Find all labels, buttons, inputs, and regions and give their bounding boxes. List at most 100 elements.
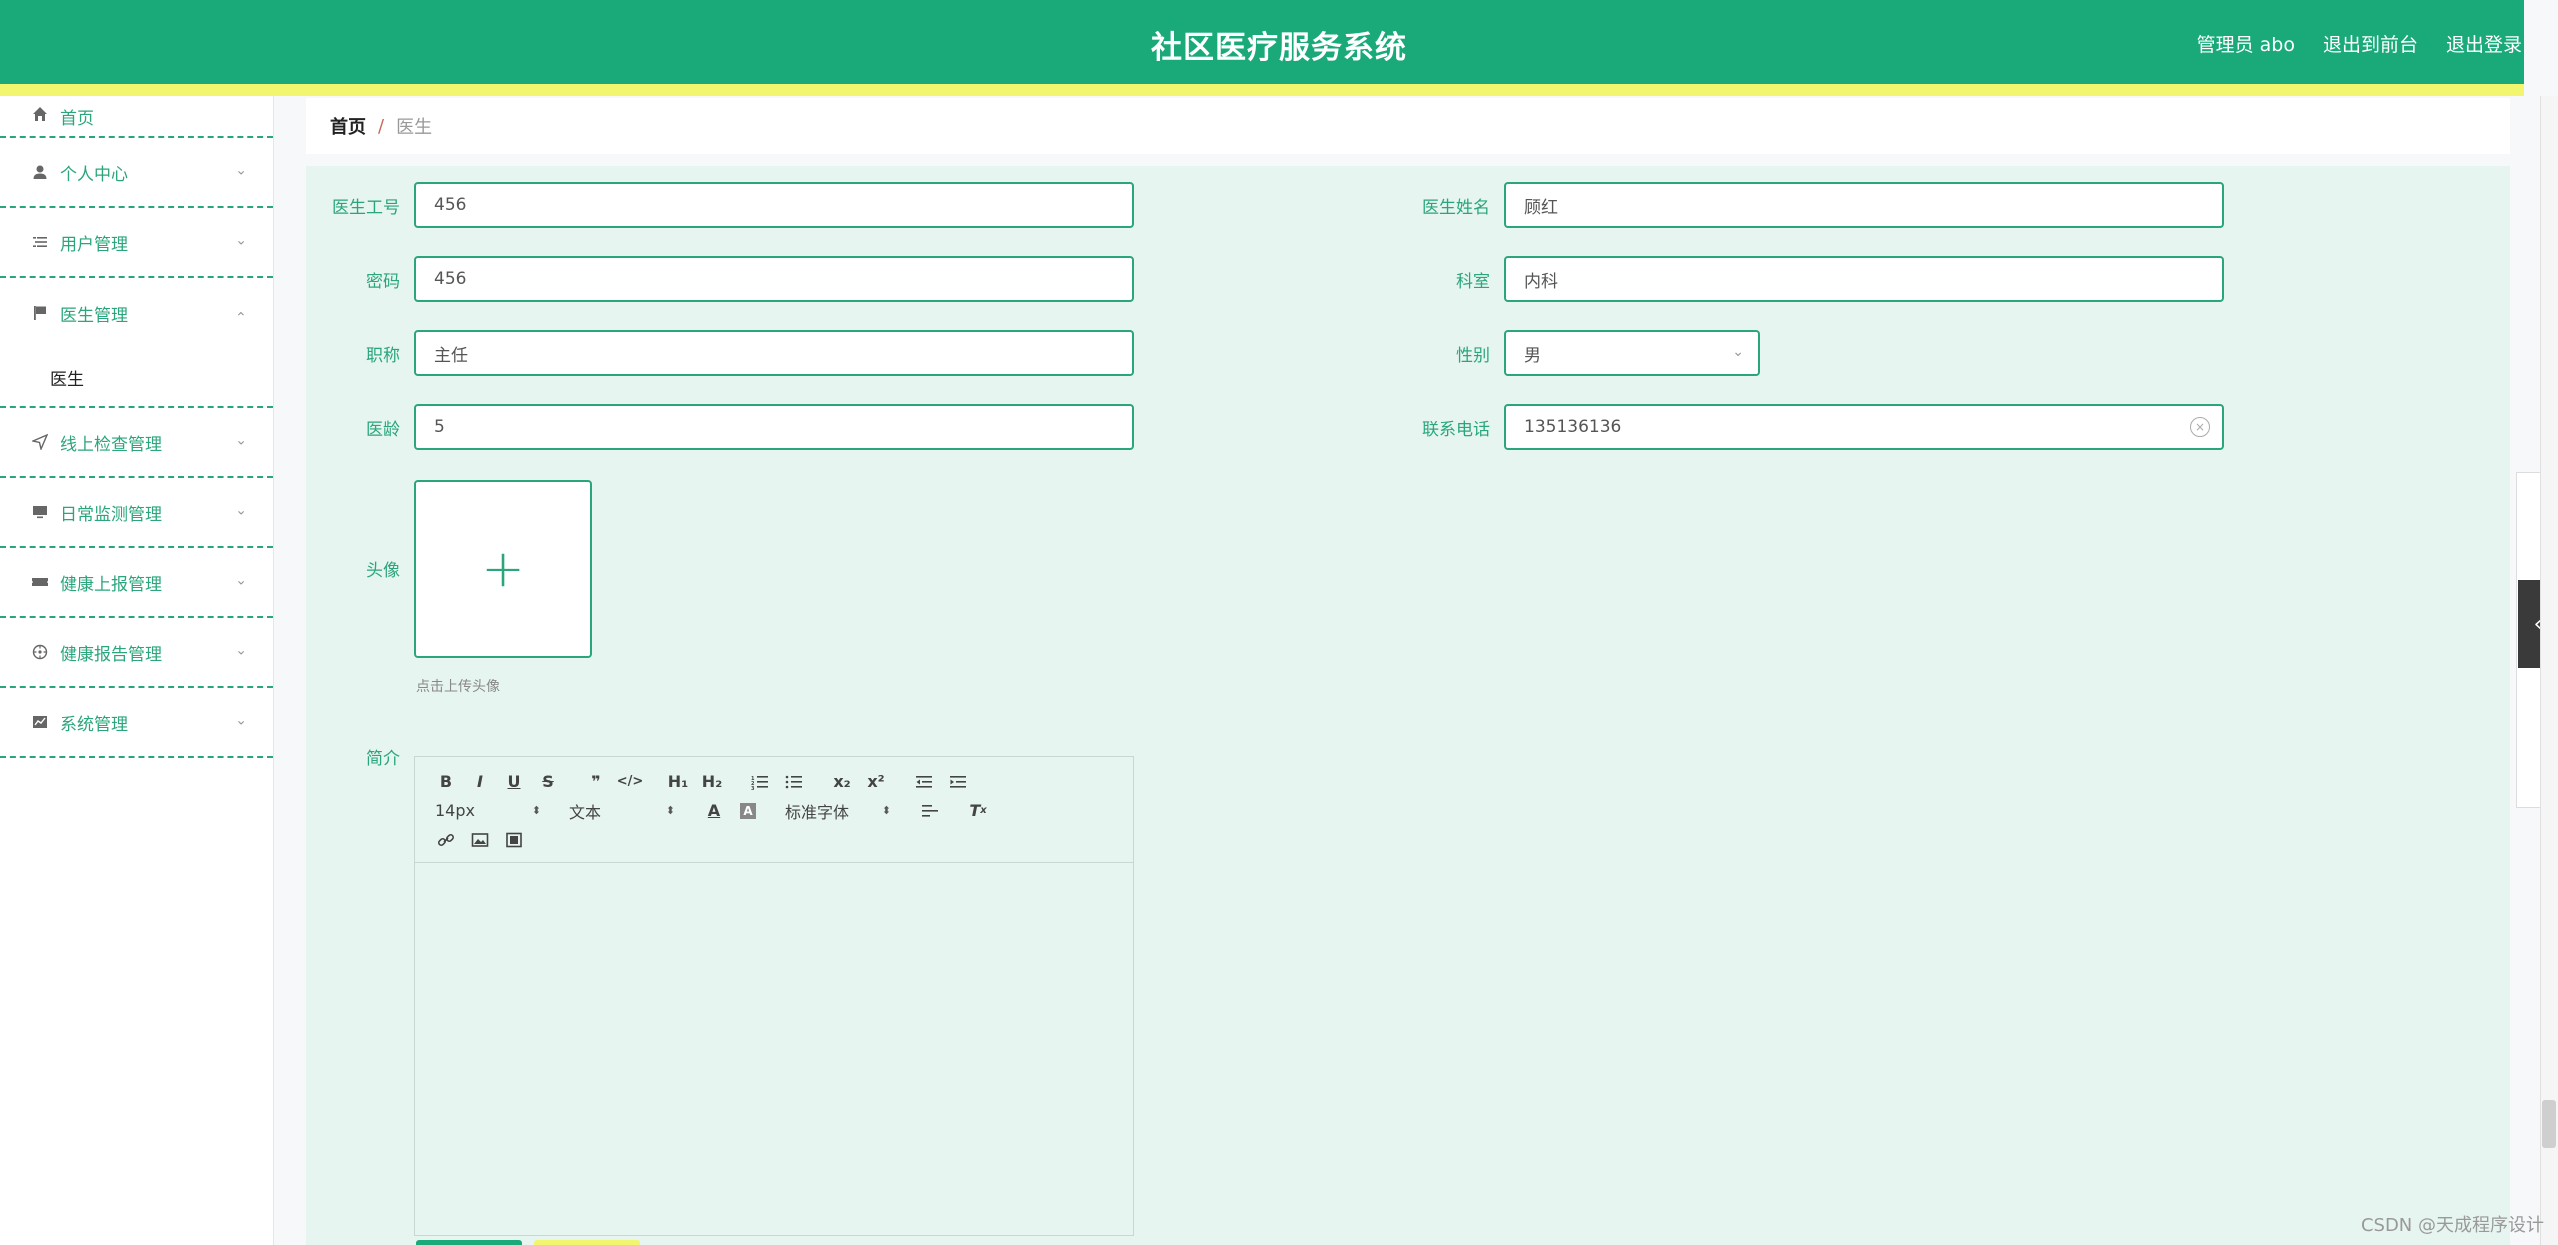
sidebar-item-label: 健康报告管理: [60, 644, 162, 665]
years-input[interactable]: 5: [414, 404, 1134, 450]
cancel-button[interactable]: [534, 1240, 640, 1245]
submit-button[interactable]: [416, 1240, 522, 1245]
monitor-icon: [30, 502, 50, 522]
phone-input[interactable]: 135136136 ×: [1504, 404, 2224, 450]
link-icon[interactable]: [429, 827, 463, 853]
font-size-picker[interactable]: 14px ⬍: [429, 798, 549, 824]
background-color-icon[interactable]: A: [731, 798, 765, 824]
editor-content-area[interactable]: [415, 863, 1133, 1235]
password-label: 密码: [366, 272, 400, 292]
sidebar-item-label: 个人中心: [60, 164, 128, 185]
sidebar-item-health-report-up[interactable]: 健康上报管理 ⌄: [0, 548, 273, 618]
code-icon[interactable]: </>: [613, 769, 647, 795]
clear-icon[interactable]: ×: [2190, 417, 2210, 437]
indent-icon[interactable]: [941, 769, 975, 795]
sidebar-item-personal-center[interactable]: 个人中心 ⌄: [0, 138, 273, 208]
sidebar: 首页 个人中心 ⌄ 用户管理 ⌄ 医生管理 ⌄ 医生 线上检查管理 ⌄ 日常监测…: [0, 96, 274, 1245]
superscript-icon[interactable]: x²: [859, 769, 893, 795]
watermark: CSDN @天成程序设计: [2360, 1215, 2544, 1236]
flag-icon: [30, 303, 50, 323]
compass-icon: [30, 642, 50, 662]
sidebar-item-user-management[interactable]: 用户管理 ⌄: [0, 208, 273, 278]
font-size-value: 14px: [435, 801, 475, 820]
avatar-upload[interactable]: +: [414, 480, 592, 658]
outdent-icon[interactable]: [907, 769, 941, 795]
heading1-icon[interactable]: H₁: [661, 769, 695, 795]
doctor-name-label: 医生姓名: [1422, 198, 1490, 218]
breadcrumb-separator: /: [378, 115, 385, 137]
strikethrough-icon[interactable]: S: [531, 769, 565, 795]
sidebar-subitem-doctor[interactable]: 医生: [0, 348, 273, 408]
years-label: 医龄: [366, 420, 400, 440]
sidebar-item-doctor-management[interactable]: 医生管理 ⌄: [0, 278, 273, 348]
font-family-picker[interactable]: 标准字体 ⬍: [779, 798, 899, 824]
doctor-name-value: 顾红: [1524, 197, 1558, 218]
breadcrumb-current: 医生: [396, 117, 433, 138]
video-icon[interactable]: [497, 827, 531, 853]
sidebar-item-daily-monitoring[interactable]: 日常监测管理 ⌄: [0, 478, 273, 548]
image-icon[interactable]: [463, 827, 497, 853]
ticket-icon: [30, 572, 50, 592]
subscript-icon[interactable]: x₂: [825, 769, 859, 795]
department-label: 科室: [1456, 272, 1490, 292]
doctor-name-input[interactable]: 顾红: [1504, 182, 2224, 228]
chevron-down-icon: ⌄: [235, 162, 247, 179]
doctor-id-label: 医生工号: [332, 198, 400, 218]
department-value: 内科: [1524, 271, 1558, 292]
font-color-icon[interactable]: A: [697, 798, 731, 824]
svg-text:3: 3: [751, 786, 755, 790]
rich-text-editor: B I U S ❞ </> H₁ H₂ 123 x₂ x² 14px ⬍ 文本 …: [414, 756, 1134, 1236]
chevron-down-icon: ⌄: [1732, 344, 1744, 360]
chart-icon: [30, 712, 50, 732]
blockquote-icon[interactable]: ❞: [579, 769, 613, 795]
underline-icon[interactable]: U: [497, 769, 531, 795]
logout-link[interactable]: 退出登录: [2446, 30, 2522, 57]
chevron-down-icon: ⌄: [235, 712, 247, 729]
sidebar-item-label: 医生管理: [60, 305, 128, 326]
bullet-list-icon[interactable]: [777, 769, 811, 795]
current-user[interactable]: 管理员 abo: [2197, 30, 2295, 57]
heading2-icon[interactable]: H₂: [695, 769, 729, 795]
breadcrumb-home[interactable]: 首页: [330, 113, 366, 139]
chevron-down-icon: ⌄: [235, 432, 247, 449]
password-input[interactable]: 456: [414, 256, 1134, 302]
updown-icon: ⬍: [665, 804, 675, 817]
gender-select[interactable]: 男 ⌄: [1504, 330, 1760, 376]
header-stripe: [0, 84, 2524, 96]
chevron-up-icon: ⌄: [235, 308, 247, 325]
home-icon: [30, 104, 50, 124]
italic-icon[interactable]: I: [463, 769, 497, 795]
chevron-down-icon: ⌄: [235, 572, 247, 589]
page-scrollbar[interactable]: [2540, 96, 2558, 1245]
chevron-down-icon: ⌄: [235, 502, 247, 519]
doctor-id-value: 456: [434, 195, 467, 215]
user-icon: [30, 162, 50, 182]
breadcrumb: 首页 / 医生: [306, 98, 2510, 154]
updown-icon: ⬍: [531, 804, 541, 817]
phone-value: 135136136: [1524, 417, 1622, 437]
sidebar-item-online-check[interactable]: 线上检查管理 ⌄: [0, 408, 273, 478]
sidebar-item-label: 首页: [60, 109, 94, 129]
header-picker[interactable]: 文本 ⬍: [563, 798, 683, 824]
clear-format-icon[interactable]: Tx: [961, 798, 995, 824]
scrollbar-thumb[interactable]: [2542, 1100, 2556, 1148]
sidebar-item-home[interactable]: 首页: [0, 96, 273, 138]
align-icon[interactable]: [913, 798, 947, 824]
sidebar-item-label: 用户管理: [60, 234, 128, 255]
doctor-id-input[interactable]: 456: [414, 182, 1134, 228]
sidebar-item-system-management[interactable]: 系统管理 ⌄: [0, 688, 273, 758]
department-input[interactable]: 内科: [1504, 256, 2224, 302]
ordered-list-icon[interactable]: 123: [743, 769, 777, 795]
back-to-front-link[interactable]: 退出到前台: [2323, 30, 2418, 57]
password-value: 456: [434, 269, 467, 289]
job-title-label: 职称: [366, 346, 400, 366]
gender-label: 性别: [1456, 346, 1490, 366]
sidebar-item-label: 健康上报管理: [60, 574, 162, 595]
chevron-down-icon: ⌄: [235, 642, 247, 659]
bold-icon[interactable]: B: [429, 769, 463, 795]
intro-label: 简介: [366, 749, 400, 769]
plus-icon: +: [481, 539, 525, 599]
job-title-input[interactable]: 主任: [414, 330, 1134, 376]
sidebar-item-health-report[interactable]: 健康报告管理 ⌄: [0, 618, 273, 688]
header-actions: 管理员 abo 退出到前台 退出登录: [2197, 30, 2522, 57]
